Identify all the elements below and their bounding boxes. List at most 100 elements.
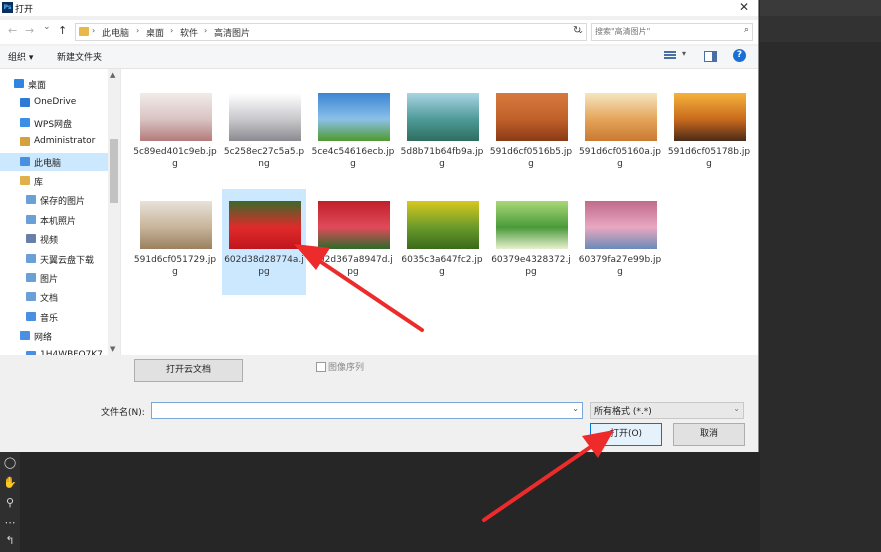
zoom-tool-icon[interactable]: ⚲: [1, 494, 19, 512]
file-item[interactable]: 60379fa27e99b.jpg: [578, 189, 662, 295]
search-input[interactable]: [595, 25, 735, 38]
sidebar-item[interactable]: 此电脑: [0, 152, 108, 171]
file-item[interactable]: 591d6cf05178b.jpg: [667, 81, 751, 187]
lasso-tool-icon[interactable]: ◯: [1, 454, 19, 472]
file-name: 5d8b71b64fb9a.jpg: [400, 147, 484, 169]
cancel-button[interactable]: 取消: [673, 423, 745, 446]
sidebar-item[interactable]: 桌面: [0, 75, 108, 93]
file-item[interactable]: 5d8b71b64fb9a.jpg: [400, 81, 484, 187]
file-list-view: 5c89ed401c9eb.jpg 5c258ec27c5a5.png 5ce4c5…: [121, 69, 758, 355]
cloud-icon: [20, 98, 30, 108]
up-arrow-icon[interactable]: ↑: [58, 24, 67, 37]
image-sequence-label: 图像序列: [328, 363, 365, 373]
breadcrumb-this-pc[interactable]: 此电脑: [102, 26, 129, 39]
more-tools-icon[interactable]: ⋯: [1, 514, 19, 532]
open-button[interactable]: 打开(O): [590, 423, 662, 446]
file-type-dropdown-icon[interactable]: ⌄: [733, 404, 740, 413]
file-thumbnail[interactable]: [140, 201, 212, 249]
hand-tool-icon[interactable]: ✋: [1, 474, 19, 492]
back-arrow-icon[interactable]: ←: [8, 24, 17, 37]
image-sequence-checkbox[interactable]: [316, 362, 326, 372]
sidebar-item[interactable]: 天翼云盘下载: [0, 250, 108, 268]
breadcrumb-separator-icon[interactable]: ›: [170, 26, 173, 35]
filename-dropdown-icon[interactable]: ⌄: [572, 404, 579, 413]
filename-field[interactable]: ⌄: [151, 402, 583, 419]
music-icon: [26, 311, 36, 321]
file-item[interactable]: 60379e4328372.jpg: [489, 189, 573, 295]
file-item[interactable]: 602d38d28774a.jpg: [222, 189, 306, 295]
breadcrumb-hd-images[interactable]: 高清图片: [214, 26, 250, 39]
search-box[interactable]: ⌕: [591, 23, 753, 41]
sidebar-item[interactable]: 网络: [0, 327, 108, 345]
navigation-pane-scrollbar[interactable]: ▲ ▼: [108, 69, 120, 355]
sidebar-item[interactable]: 本机照片: [0, 211, 108, 229]
file-thumbnail[interactable]: [585, 93, 657, 141]
view-dropdown-icon[interactable]: ▾: [682, 49, 686, 58]
sidebar-item[interactable]: OneDrive: [0, 94, 108, 112]
sidebar-item[interactable]: 音乐: [0, 308, 108, 326]
file-name: 602d38d28774a.jpg: [224, 255, 304, 277]
file-thumbnail[interactable]: [496, 93, 568, 141]
file-item[interactable]: 5ce4c54616ecb.jpg: [311, 81, 395, 187]
photoshop-logo-icon: Ps: [2, 2, 13, 13]
sidebar-item[interactable]: 库: [0, 172, 108, 190]
file-item[interactable]: 6035c3a647fc2.jpg: [400, 189, 484, 295]
open-cloud-document-button[interactable]: 打开云文档: [134, 359, 243, 382]
sidebar-item[interactable]: 视频: [0, 230, 108, 248]
file-thumbnail[interactable]: [674, 93, 746, 141]
file-item[interactable]: 591d6cf05160a.jpg: [578, 81, 662, 187]
file-item[interactable]: 602d367a8947d.jpg: [311, 189, 395, 295]
address-bar[interactable]: › 此电脑 › 桌面 › 软件 › 高清图片 ⌄: [75, 23, 587, 41]
sidebar-item[interactable]: 图片: [0, 269, 108, 287]
sidebar-item-label: WPS网盘: [34, 119, 73, 130]
file-item[interactable]: 5c89ed401c9eb.jpg: [133, 81, 217, 187]
file-thumbnail[interactable]: [407, 201, 479, 249]
sidebar-item-label: 桌面: [28, 81, 47, 91]
file-item[interactable]: 591d6cf0516b5.jpg: [489, 81, 573, 187]
sidebar-item[interactable]: 保存的图片: [0, 191, 108, 209]
preview-pane-icon[interactable]: [704, 51, 717, 62]
breadcrumb-separator-icon[interactable]: ›: [204, 26, 207, 35]
documents-icon: [26, 292, 36, 302]
forward-arrow-icon[interactable]: →: [25, 24, 34, 37]
photoshop-panel-area: [760, 0, 881, 552]
search-icon[interactable]: ⌕: [744, 25, 749, 35]
recent-locations-chevron-icon[interactable]: ⌄: [43, 22, 51, 32]
new-folder-button[interactable]: 新建文件夹: [57, 50, 102, 63]
breadcrumb-separator-icon[interactable]: ›: [136, 26, 139, 35]
pictures-icon: [26, 273, 36, 282]
sidebar-item[interactable]: 1H4WBFQ7K7: [0, 347, 108, 355]
file-thumbnail[interactable]: [318, 201, 390, 249]
close-button[interactable]: ✕: [736, 0, 752, 15]
file-thumbnail[interactable]: [318, 93, 390, 141]
organize-button[interactable]: 组织 ▾: [8, 50, 33, 63]
file-thumbnail[interactable]: [407, 93, 479, 141]
scroll-down-icon[interactable]: ▼: [110, 345, 115, 353]
pictures-icon: [26, 214, 36, 224]
photoshop-menu-bar: [760, 0, 881, 16]
dialog-title: 打开: [15, 5, 34, 15]
network-icon: [20, 331, 30, 341]
file-thumbnail[interactable]: [229, 93, 301, 141]
file-type-select[interactable]: 所有格式 (*.*) ⌄: [590, 402, 744, 419]
file-thumbnail[interactable]: [585, 201, 657, 249]
file-name: 6035c3a647fc2.jpg: [401, 255, 483, 277]
file-thumbnail[interactable]: [140, 93, 212, 141]
breadcrumb-software[interactable]: 软件: [180, 26, 198, 39]
view-mode-icon[interactable]: [664, 51, 676, 60]
swap-colors-icon[interactable]: ↰: [1, 532, 19, 550]
scrollbar-thumb[interactable]: [110, 139, 118, 203]
breadcrumb-desktop[interactable]: 桌面: [146, 26, 164, 39]
refresh-icon[interactable]: ↻: [573, 25, 581, 36]
sidebar-item[interactable]: Administrator: [0, 133, 108, 151]
sidebar-item[interactable]: 文档: [0, 288, 108, 306]
sidebar-item[interactable]: WPS网盘: [0, 114, 108, 132]
file-thumbnail[interactable]: [496, 201, 568, 249]
help-icon[interactable]: ?: [733, 49, 746, 62]
file-thumbnail[interactable]: [229, 201, 301, 249]
breadcrumb-separator-icon[interactable]: ›: [92, 26, 95, 35]
scroll-up-icon[interactable]: ▲: [110, 71, 115, 79]
filename-input[interactable]: [152, 403, 565, 416]
file-item[interactable]: 5c258ec27c5a5.png: [222, 81, 306, 187]
file-item[interactable]: 591d6cf051729.jpg: [133, 189, 217, 295]
